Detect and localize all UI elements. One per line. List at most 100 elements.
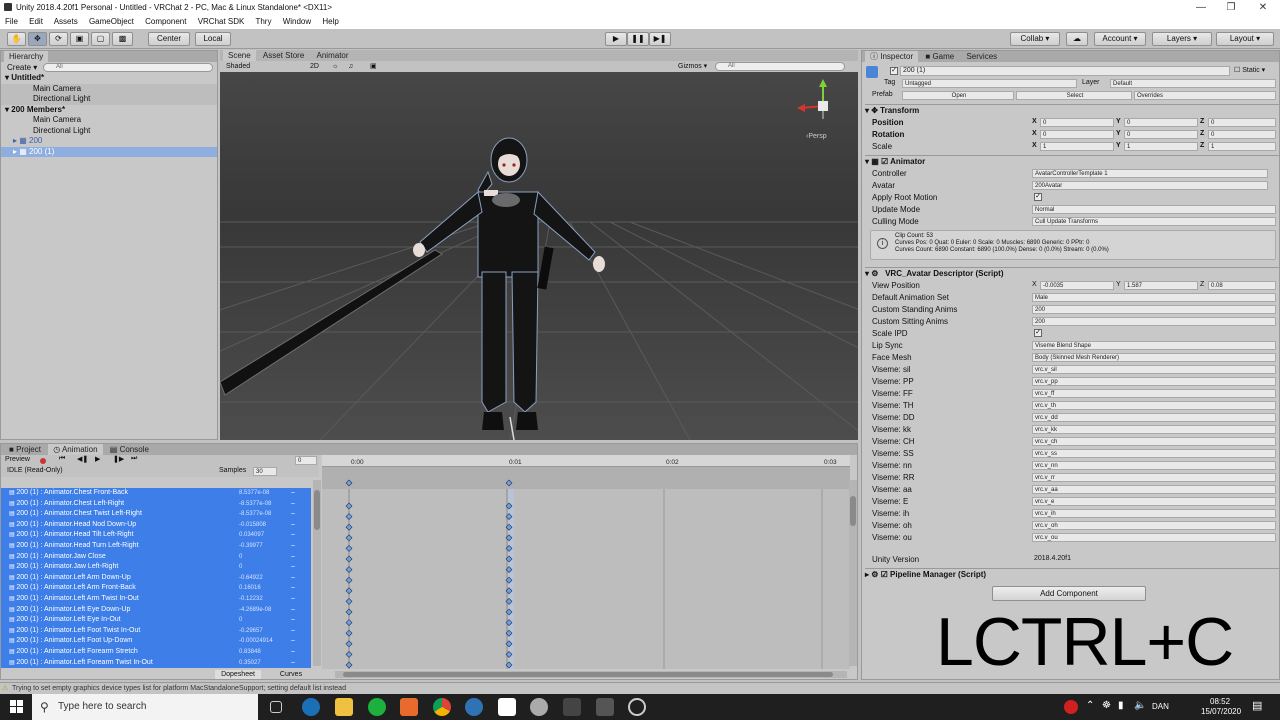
tree-item-directional-light[interactable]: Directional Light (1, 94, 217, 105)
keyframe-diamond[interactable] (345, 650, 353, 658)
position-z-field[interactable]: 0 (1208, 118, 1276, 127)
layer-dropdown[interactable]: Default (1110, 79, 1276, 88)
face-mesh-dropdown[interactable]: Body (Skinned Mesh Renderer) (1032, 353, 1276, 362)
custom-standing-anims-dropdown[interactable]: 200 (1032, 305, 1276, 314)
keyframe-diamond[interactable] (345, 479, 353, 487)
property-options-icon[interactable]: – (291, 562, 295, 573)
property-value[interactable]: -0.29657 (239, 626, 263, 637)
keyframe-diamond[interactable] (345, 640, 353, 648)
menu-file[interactable]: File (5, 17, 18, 26)
keyframe-diamond[interactable] (345, 597, 353, 605)
rotation-x-field[interactable]: 0 (1040, 130, 1114, 139)
animation-property-row[interactable]: ▤ 200 (1) : Animator.Left Eye In-Out 0– (1, 615, 311, 626)
culling-mode-dropdown[interactable]: Cull Update Transforms (1032, 217, 1276, 226)
update-mode-dropdown[interactable]: Normal (1032, 205, 1276, 214)
effects-toggle-icon[interactable]: ▣ (370, 61, 377, 72)
viseme-rr-dropdown[interactable]: vrc.v_rr (1032, 473, 1276, 482)
status-bar[interactable]: ⚠ Trying to set empty graphics device ty… (0, 682, 1280, 694)
orientation-gizmo[interactable] (794, 77, 846, 133)
tab-console[interactable]: ▤ Console (105, 444, 154, 455)
animator-header[interactable]: ▾ ▦ ☑ Animator (865, 155, 1279, 167)
view-position-z[interactable]: 0.08 (1208, 281, 1276, 290)
tab-game[interactable]: ■ Game (920, 51, 959, 62)
animation-property-row[interactable]: ▤ 200 (1) : Animator.Left Arm Down-Up -0.… (1, 573, 311, 584)
xbox-icon[interactable] (368, 698, 386, 716)
unity-hub-icon[interactable] (628, 698, 646, 716)
prefab-select-button[interactable]: Select (1016, 91, 1132, 100)
clock-date[interactable]: 15/07/2020 (1201, 707, 1241, 716)
timeline-v-scrollbar[interactable] (849, 480, 857, 666)
property-value[interactable]: 0.034097 (239, 530, 264, 541)
scale-y-field[interactable]: 1 (1124, 142, 1198, 151)
viseme-kk-dropdown[interactable]: vrc.v_kk (1032, 425, 1276, 434)
tab-curves[interactable]: Curves (271, 670, 311, 679)
timeline-h-scrollbar[interactable] (335, 671, 847, 678)
tree-item-200-1[interactable]: ▸ ▦ 200 (1) (1, 146, 217, 157)
animation-property-row[interactable]: ▤ 200 (1) : Animator.Left Forearm Twist … (1, 658, 311, 669)
animation-property-row[interactable]: ▤ 200 (1) : Animator.Head Nod Down-Up -0.… (1, 520, 311, 531)
animation-property-row[interactable]: ▤ 200 (1) : Animator.Head Tilt Left-Righ… (1, 530, 311, 541)
property-value[interactable]: 0 (239, 552, 242, 563)
minimize-icon[interactable]: — (1186, 0, 1216, 15)
property-value[interactable]: -8.5377e-08 (239, 499, 271, 510)
taskbar-search-box[interactable]: ⚲ Type here to search (32, 694, 258, 720)
menu-component[interactable]: Component (145, 17, 186, 26)
position-y-field[interactable]: 0 (1124, 118, 1198, 127)
tree-item-main-camera-2[interactable]: Main Camera (1, 115, 217, 126)
keyframe-diamond[interactable] (345, 534, 353, 542)
move-tool-icon[interactable]: ✥ (28, 32, 47, 46)
viseme-oh-dropdown[interactable]: vrc.v_oh (1032, 521, 1276, 530)
property-options-icon[interactable]: – (291, 583, 295, 594)
app-round-icon[interactable] (530, 698, 548, 716)
property-options-icon[interactable]: – (291, 499, 295, 510)
record-icon[interactable] (40, 458, 46, 464)
property-options-icon[interactable]: – (291, 509, 295, 520)
property-value[interactable]: 8.5377e-08 (239, 488, 269, 499)
tree-item-main-camera[interactable]: Main Camera (1, 83, 217, 94)
viseme-pp-dropdown[interactable]: vrc.v_pp (1032, 377, 1276, 386)
audio-toggle-icon[interactable]: ♫ (348, 61, 353, 72)
tab-dopesheet[interactable]: Dopesheet (215, 670, 261, 679)
tab-asset-store[interactable]: Asset Store (258, 50, 309, 61)
account-button[interactable]: Account ▾ (1094, 32, 1146, 46)
scale-z-field[interactable]: 1 (1208, 142, 1276, 151)
tab-project[interactable]: ■ Project (4, 444, 46, 455)
animation-property-row[interactable]: ▤ 200 (1) : Animator.Left Eye Down-Up -4.… (1, 605, 311, 616)
viseme-sil-dropdown[interactable]: vrc.v_sil (1032, 365, 1276, 374)
next-keyframe-icon[interactable]: ❚▶ (113, 455, 124, 463)
rotation-y-field[interactable]: 0 (1124, 130, 1198, 139)
pause-button[interactable]: ❚❚ (627, 32, 649, 46)
unity-taskbar-icon[interactable] (563, 698, 581, 716)
scene-viewport[interactable]: ‹Persp (220, 72, 858, 440)
animation-property-row[interactable]: ▤ 200 (1) : Animator.Left Foot Up-Down -0… (1, 636, 311, 647)
viseme-ss-dropdown[interactable]: vrc.v_ss (1032, 449, 1276, 458)
tree-item-directional-light-2[interactable]: Directional Light (1, 126, 217, 137)
viseme-th-dropdown[interactable]: vrc.v_th (1032, 401, 1276, 410)
rotation-z-field[interactable]: 0 (1208, 130, 1276, 139)
property-value[interactable]: -0.39977 (239, 541, 263, 552)
task-view-icon[interactable] (270, 701, 282, 713)
property-options-icon[interactable]: – (291, 605, 295, 616)
menu-assets[interactable]: Assets (54, 17, 78, 26)
lip-sync-dropdown[interactable]: Viseme Blend Shape (1032, 341, 1276, 350)
menu-thry[interactable]: Thry (255, 17, 271, 26)
frame-field[interactable]: 0 (295, 456, 317, 465)
property-options-icon[interactable]: – (291, 552, 295, 563)
property-options-icon[interactable]: – (291, 658, 295, 669)
persp-label[interactable]: ‹Persp (806, 133, 827, 140)
menu-help[interactable]: Help (322, 17, 338, 26)
file-explorer-icon[interactable] (335, 698, 353, 716)
battery-icon[interactable]: ▮ (1118, 700, 1124, 711)
animation-property-row[interactable]: ▤ 200 (1) : Animator.Chest Left-Right -8.… (1, 499, 311, 510)
keyframe-diamond[interactable] (345, 576, 353, 584)
property-value[interactable]: -8.5377e-08 (239, 509, 271, 520)
notifications-icon[interactable]: ▤ (1252, 699, 1262, 712)
view-position-x[interactable]: -0.0035 (1040, 281, 1114, 290)
wifi-icon[interactable]: ☸ (1102, 700, 1111, 711)
viseme-dd-dropdown[interactable]: vrc.v_dd (1032, 413, 1276, 422)
animation-property-row[interactable]: ▤ 200 (1) : Animator.Head Turn Left-Righ… (1, 541, 311, 552)
pipeline-manager-header[interactable]: ▸ ⚙ ☑ Pipeline Manager (Script) (865, 568, 1279, 580)
tab-animation[interactable]: ◷ Animation (48, 444, 103, 455)
menu-vrchat-sdk[interactable]: VRChat SDK (198, 17, 245, 26)
keyframe-diamond[interactable] (345, 629, 353, 637)
